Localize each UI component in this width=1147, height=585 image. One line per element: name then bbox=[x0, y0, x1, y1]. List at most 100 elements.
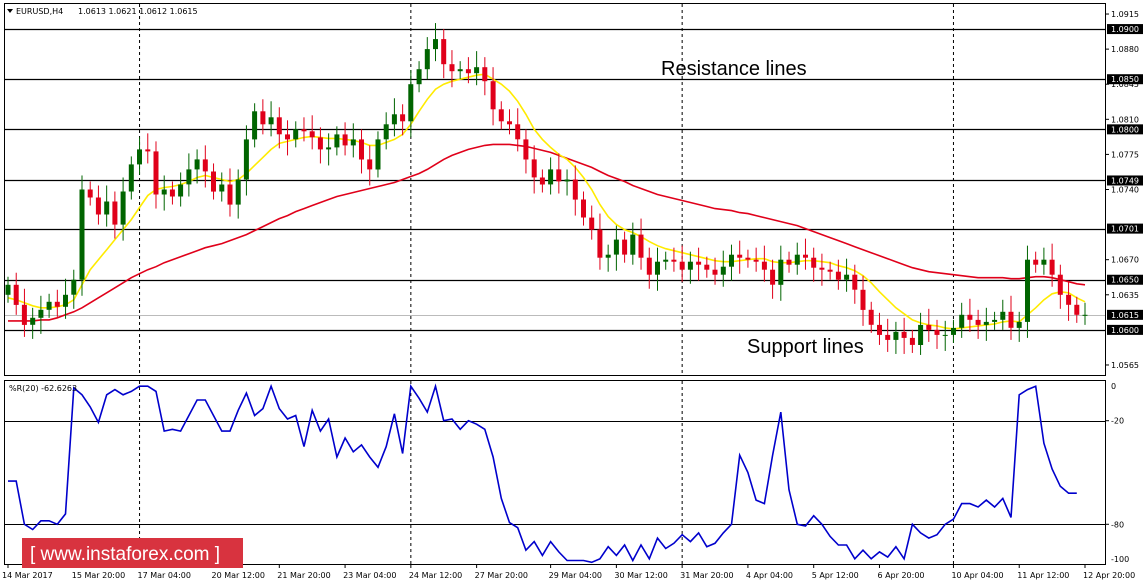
candle-body bbox=[926, 324, 932, 330]
time-tick-label: 29 Mar 04:00 bbox=[549, 571, 602, 580]
candle-body bbox=[655, 261, 660, 275]
level-price-label: 1.0900 bbox=[1111, 25, 1139, 34]
candle-body bbox=[219, 184, 225, 192]
candle-body bbox=[885, 334, 891, 340]
candle-body bbox=[1049, 259, 1055, 275]
candle-body bbox=[54, 301, 60, 307]
candle-body bbox=[983, 321, 989, 325]
candle-body bbox=[128, 164, 134, 192]
time-tick-label: 30 Mar 12:00 bbox=[614, 571, 667, 580]
time-tick-label: 27 Mar 20:00 bbox=[475, 571, 528, 580]
candle-body bbox=[811, 257, 817, 268]
candle-body bbox=[1074, 304, 1080, 315]
level-price-label: 1.0850 bbox=[1111, 75, 1139, 84]
candle-body bbox=[276, 117, 282, 135]
support-annotation: Support lines bbox=[747, 336, 864, 358]
candle-body bbox=[359, 139, 364, 160]
candle-body bbox=[671, 259, 677, 262]
time-tick-label: 4 Apr 04:00 bbox=[746, 571, 793, 580]
time-tick-label: 5 Apr 12:00 bbox=[812, 571, 859, 580]
candle-body bbox=[704, 264, 710, 270]
candle-body bbox=[844, 274, 850, 280]
candle-body bbox=[1041, 259, 1047, 265]
level-price-label: 1.0701 bbox=[1111, 225, 1139, 234]
candle-body bbox=[252, 111, 258, 140]
candle-body bbox=[63, 294, 68, 307]
candle-body bbox=[745, 257, 751, 260]
candle-body bbox=[79, 189, 85, 280]
candle-body bbox=[13, 284, 19, 305]
time-tick-label: 31 Mar 20:00 bbox=[680, 571, 733, 580]
candle-body bbox=[227, 184, 233, 205]
candle-body bbox=[21, 304, 27, 325]
candle-body bbox=[145, 149, 151, 152]
candle-body bbox=[301, 129, 307, 132]
candle-body bbox=[1016, 321, 1022, 328]
candle-body bbox=[30, 317, 36, 325]
candle-body bbox=[1033, 259, 1039, 265]
candle-body bbox=[720, 266, 726, 275]
candle-body bbox=[901, 331, 907, 338]
candle-body bbox=[400, 114, 406, 122]
candle-body bbox=[548, 169, 554, 185]
candle-body bbox=[778, 259, 784, 285]
candle-body bbox=[687, 261, 693, 270]
candle-body bbox=[153, 151, 159, 195]
candle-body bbox=[737, 254, 743, 258]
candle-body bbox=[835, 271, 841, 280]
candle-body bbox=[482, 67, 488, 82]
candle-body bbox=[556, 169, 562, 182]
candle-body bbox=[137, 149, 142, 165]
candle-body bbox=[408, 84, 414, 122]
time-tick-label: 24 Mar 12:00 bbox=[409, 571, 462, 580]
candle-body bbox=[868, 309, 874, 325]
price-tick-label: 1.0670 bbox=[1111, 256, 1139, 265]
candle-body bbox=[770, 269, 776, 285]
candle-body bbox=[474, 67, 480, 74]
price-tick-label: 1.0635 bbox=[1111, 291, 1139, 300]
trading-chart[interactable]: 1.09151.08801.08451.08101.07751.07401.06… bbox=[0, 0, 1147, 585]
candle-body bbox=[243, 139, 249, 180]
candle-body bbox=[498, 109, 504, 122]
time-tick-label: 15 Mar 20:00 bbox=[72, 571, 125, 580]
candle-body bbox=[38, 309, 44, 318]
time-tick-label: 14 Mar 2017 bbox=[2, 571, 53, 580]
candle-body bbox=[334, 134, 340, 148]
candle-body bbox=[761, 261, 767, 270]
candle-body bbox=[613, 239, 619, 255]
candle-body bbox=[523, 139, 529, 160]
candle-body bbox=[877, 324, 882, 335]
candle-body bbox=[712, 269, 718, 275]
chart-symbol: EURUSD,H4 bbox=[16, 7, 63, 16]
price-pane-frame bbox=[4, 3, 1106, 376]
level-price-label: 1.0749 bbox=[1111, 176, 1139, 185]
candle-body bbox=[424, 49, 430, 70]
candle-body bbox=[1008, 311, 1014, 328]
candle-body bbox=[260, 111, 266, 125]
candle-body bbox=[285, 134, 290, 140]
current-price-label: 1.0615 bbox=[1111, 311, 1139, 320]
candle-body bbox=[753, 259, 759, 262]
candle-body bbox=[112, 201, 118, 225]
chart-ohlc: 1.0613 1.0621 1.0612 1.0615 bbox=[78, 7, 198, 16]
candle-body bbox=[663, 259, 669, 262]
candle-body bbox=[441, 39, 447, 65]
candle-body bbox=[433, 39, 438, 50]
candle-body bbox=[942, 334, 948, 336]
candle-body bbox=[729, 254, 734, 267]
candle-body bbox=[860, 289, 866, 310]
candle-body bbox=[375, 139, 381, 170]
time-tick-label: 10 Apr 04:00 bbox=[951, 571, 1003, 580]
candle-body bbox=[646, 257, 652, 275]
candle-body bbox=[186, 169, 192, 185]
candle-body bbox=[819, 267, 825, 270]
candle-body bbox=[1082, 314, 1088, 316]
price-tick-label: 1.0775 bbox=[1111, 150, 1139, 159]
candle-body bbox=[416, 69, 422, 85]
candle-body bbox=[852, 274, 858, 290]
candle-body bbox=[211, 171, 216, 192]
candle-body bbox=[696, 261, 702, 265]
price-tick-label: 1.0880 bbox=[1111, 45, 1139, 54]
candle-body bbox=[350, 139, 356, 146]
candle-body bbox=[967, 314, 973, 320]
